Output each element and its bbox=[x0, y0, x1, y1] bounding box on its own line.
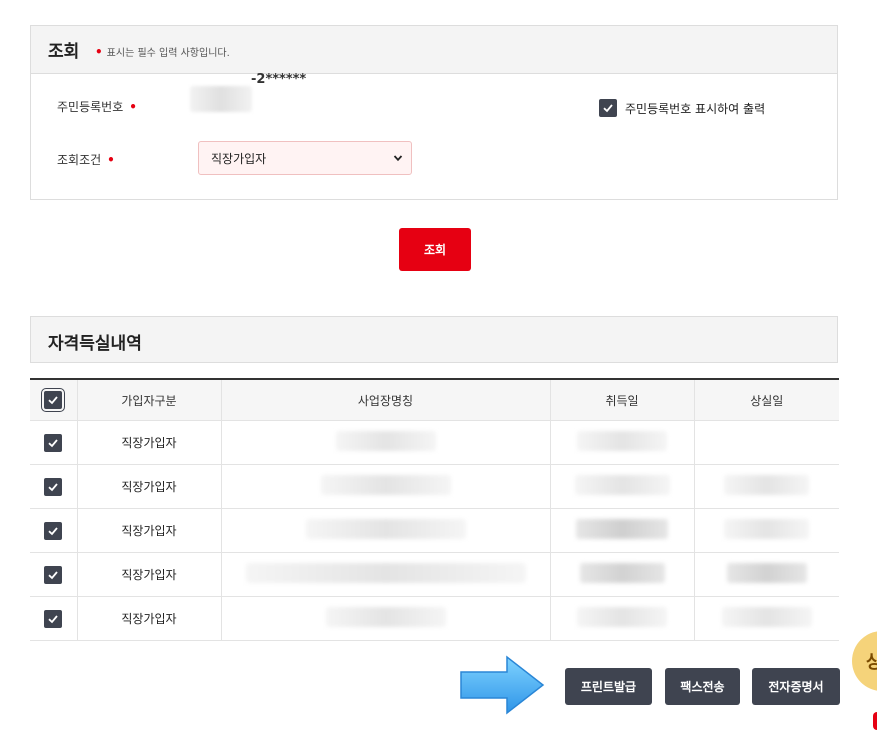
lost-date-cell bbox=[693, 596, 839, 641]
member-type-cell: 직장가입자 bbox=[76, 552, 221, 597]
table-header-row: 가입자구분 사업장명칭 취득일 상실일 bbox=[30, 379, 839, 421]
lost-date-cell bbox=[693, 552, 839, 597]
lost-date-cell bbox=[693, 464, 839, 509]
checkmark-icon bbox=[48, 438, 58, 447]
row-checkbox-cell[interactable] bbox=[30, 464, 77, 509]
search-panel-header: 조회 • 표시는 필수 입력 사항입니다. bbox=[31, 26, 837, 74]
header-acquired-date: 취득일 bbox=[549, 379, 694, 421]
redacted-value bbox=[721, 607, 812, 627]
e-certificate-button[interactable]: 전자증명서 bbox=[752, 668, 840, 705]
redacted-value bbox=[577, 431, 667, 451]
checkmark-icon bbox=[48, 482, 58, 491]
redacted-value bbox=[726, 563, 807, 583]
condition-required-mark: • bbox=[107, 153, 115, 167]
floating-help-badge[interactable]: 상 bbox=[852, 631, 877, 691]
table-row: 직장가입자 bbox=[30, 596, 839, 641]
print-issue-button[interactable]: 프린트발급 bbox=[565, 668, 652, 705]
table-row: 직장가입자 bbox=[30, 420, 839, 465]
redacted-value bbox=[305, 519, 466, 539]
condition-label-text: 조회조건 bbox=[57, 153, 102, 167]
checkmark-icon[interactable] bbox=[599, 99, 617, 117]
rrn-required-mark: • bbox=[129, 100, 137, 114]
row-checkbox-cell[interactable] bbox=[30, 596, 77, 641]
required-mark: • bbox=[95, 45, 103, 59]
row-checkbox[interactable] bbox=[44, 477, 63, 496]
lost-date-cell bbox=[693, 420, 839, 465]
chevron-down-icon bbox=[393, 155, 403, 162]
rrn-label: 주민등록번호 • bbox=[57, 98, 137, 115]
redacted-value bbox=[579, 563, 665, 583]
acquired-date-cell bbox=[549, 420, 694, 465]
header-member-type: 가입자구분 bbox=[76, 379, 221, 421]
redacted-value bbox=[245, 563, 526, 583]
rrn-label-text: 주민등록번호 bbox=[57, 100, 124, 114]
row-checkbox-cell[interactable] bbox=[30, 508, 77, 553]
search-button[interactable]: 조회 bbox=[399, 228, 471, 271]
required-note: • 표시는 필수 입력 사항입니다. bbox=[95, 44, 230, 59]
acquired-date-cell bbox=[549, 464, 694, 509]
history-section-header: 자격득실내역 bbox=[30, 316, 838, 363]
checkmark-icon bbox=[48, 614, 58, 623]
history-table: 가입자구분 사업장명칭 취득일 상실일 직장가입자 직장가입자 직장가입자 직장… bbox=[30, 378, 839, 641]
row-checkbox-cell[interactable] bbox=[30, 552, 77, 597]
redacted-value bbox=[576, 519, 668, 539]
search-panel-title: 조회 bbox=[48, 42, 80, 62]
select-all-cell[interactable] bbox=[30, 379, 77, 421]
member-type-cell: 직장가입자 bbox=[76, 464, 221, 509]
workplace-name-cell bbox=[220, 508, 550, 553]
right-arrow-icon bbox=[460, 655, 545, 715]
table-row: 직장가입자 bbox=[30, 508, 839, 553]
show-rrn-checkbox[interactable]: 주민등록번호 표시하여 출력 bbox=[599, 99, 765, 117]
table-row: 직장가입자 bbox=[30, 552, 839, 597]
floating-red-tab[interactable] bbox=[873, 712, 877, 730]
history-section-title: 자격득실내역 bbox=[48, 334, 142, 354]
redacted-value bbox=[320, 475, 451, 495]
row-checkbox[interactable] bbox=[44, 433, 63, 452]
row-checkbox-cell[interactable] bbox=[30, 420, 77, 465]
redacted-value bbox=[577, 607, 667, 627]
workplace-name-cell bbox=[220, 552, 550, 597]
checkmark-icon bbox=[48, 526, 58, 535]
select-all-checkbox[interactable] bbox=[41, 388, 66, 412]
condition-label: 조회조건 • bbox=[57, 151, 115, 168]
redacted-value bbox=[335, 431, 436, 451]
workplace-name-cell bbox=[220, 420, 550, 465]
row-checkbox[interactable] bbox=[44, 521, 63, 540]
workplace-name-cell bbox=[220, 464, 550, 509]
lost-date-cell bbox=[693, 508, 839, 553]
show-rrn-label: 주민등록번호 표시하여 출력 bbox=[625, 101, 766, 116]
redacted-value bbox=[724, 519, 810, 539]
table-row: 직장가입자 bbox=[30, 464, 839, 509]
acquired-date-cell bbox=[549, 596, 694, 641]
row-checkbox[interactable] bbox=[44, 565, 63, 584]
workplace-name-cell bbox=[220, 596, 550, 641]
member-type-cell: 직장가입자 bbox=[76, 420, 221, 465]
header-lost-date: 상실일 bbox=[693, 379, 839, 421]
member-type-cell: 직장가입자 bbox=[76, 508, 221, 553]
condition-select[interactable]: 직장가입자 bbox=[198, 141, 412, 175]
redacted-value bbox=[574, 475, 670, 495]
required-note-text: 표시는 필수 입력 사항입니다. bbox=[106, 48, 230, 59]
row-checkbox[interactable] bbox=[44, 609, 63, 628]
redacted-value bbox=[724, 475, 810, 495]
fax-send-button[interactable]: 팩스전송 bbox=[665, 668, 740, 705]
member-type-cell: 직장가입자 bbox=[76, 596, 221, 641]
checkmark-icon bbox=[48, 396, 58, 405]
checkmark-icon bbox=[48, 570, 58, 579]
rrn-suffix: -2****** bbox=[251, 72, 307, 87]
redacted-value bbox=[325, 607, 446, 627]
condition-select-value: 직장가입자 bbox=[211, 151, 267, 166]
header-workplace-name: 사업장명칭 bbox=[220, 379, 550, 421]
rrn-masked-front bbox=[190, 86, 252, 112]
acquired-date-cell bbox=[549, 552, 694, 597]
acquired-date-cell bbox=[549, 508, 694, 553]
